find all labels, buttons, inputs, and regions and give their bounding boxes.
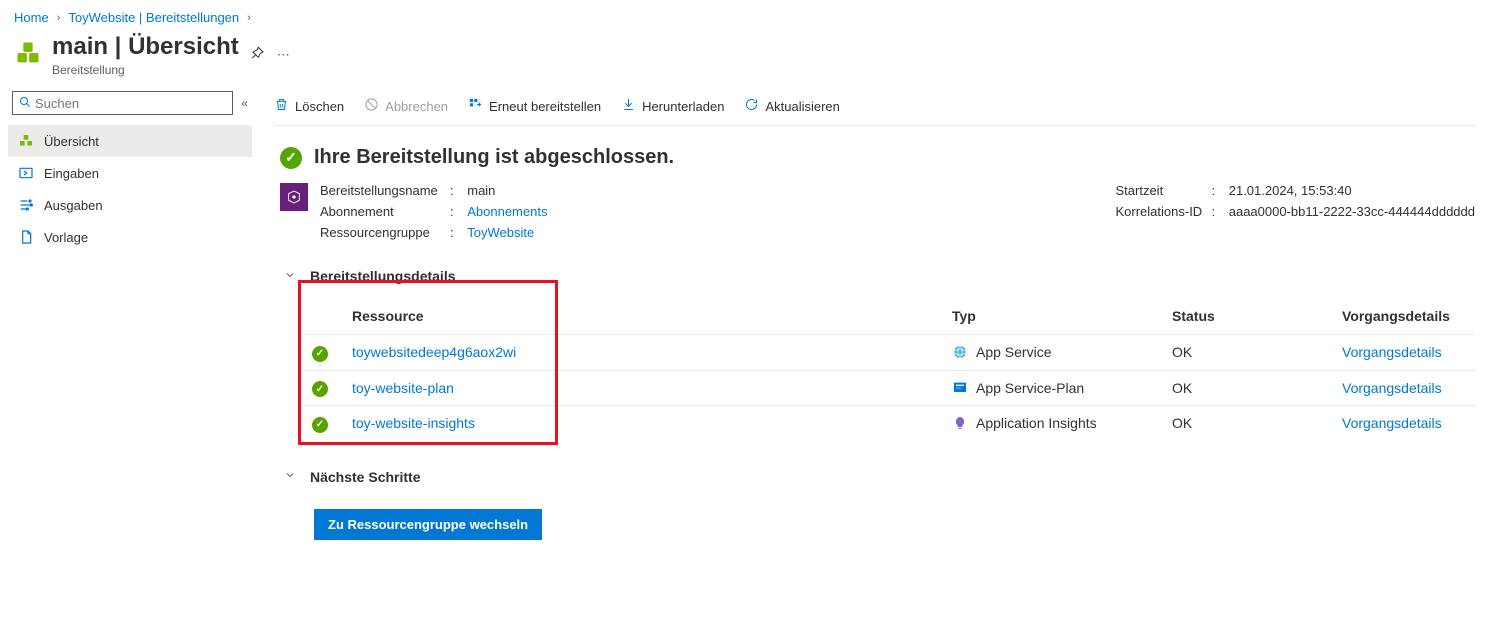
resource-type: Application Insights [976,415,1097,431]
resource-type-icon [952,344,968,360]
outputs-icon [18,197,34,213]
inputs-icon [18,165,34,181]
sidebar-item-label: Übersicht [44,134,99,149]
row-status: OK [1164,370,1334,406]
table-header-opdetails: Vorgangsdetails [1334,298,1475,335]
table-header-type: Typ [944,298,1164,335]
resource-link[interactable]: toywebsitedeep4g6aox2wi [352,344,516,360]
page-subtitle: Bereitstellung [52,63,239,77]
sidebar-item-overview[interactable]: Übersicht [8,125,252,157]
operation-details-link[interactable]: Vorgangsdetails [1342,344,1442,360]
sidebar-item-outputs[interactable]: Ausgaben [8,189,252,221]
table-row: ✓ toy-website-insights Application Insig… [304,406,1475,441]
tool-label: Erneut bereitstellen [489,99,601,114]
meta-label-starttime: Startzeit [1116,183,1212,198]
resource-type: App Service-Plan [976,380,1084,396]
sidebar-item-template[interactable]: Vorlage [8,221,252,253]
page-header: main | Übersicht Bereitstellung ⋯ [0,31,1489,87]
section-toggle-details[interactable]: Bereitstellungsdetails [284,268,1475,284]
breadcrumb-home[interactable]: Home [14,10,49,25]
sidebar-item-label: Eingaben [44,166,99,181]
success-icon: ✓ [280,147,302,169]
table-header-resource: Ressource [344,298,944,335]
chevron-down-icon [284,469,296,484]
resource-type-icon [952,380,968,396]
delete-button[interactable]: Löschen [274,97,344,115]
cancel-icon [364,97,379,115]
row-success-icon: ✓ [312,346,328,362]
sidebar-item-label: Vorlage [44,230,88,245]
tool-label: Aktualisieren [765,99,839,114]
main-content: Löschen Abbrechen Erneut bereitstellen H… [260,87,1489,560]
search-input[interactable] [35,96,226,111]
table-row: ✓ toy-website-plan App Service-Plan OK V… [304,370,1475,406]
section-toggle-next[interactable]: Nächste Schritte [284,469,1475,485]
row-status: OK [1164,335,1334,371]
meta-value-deployment-name: main [460,183,495,198]
refresh-icon [744,97,759,115]
page-title: main | Übersicht [52,33,239,61]
operation-details-link[interactable]: Vorgangsdetails [1342,380,1442,396]
sidebar: « Übersicht Eingaben Ausgaben Vorlage [0,87,260,560]
template-icon [18,229,34,245]
deployment-badge-icon [280,183,308,211]
breadcrumb-deployments[interactable]: ToyWebsite | Bereitstellungen [68,10,239,25]
meta-value-starttime: 21.01.2024, 15:53:40 [1222,183,1352,198]
rg-link[interactable]: ToyWebsite [467,225,534,240]
section-title-details: Bereitstellungsdetails [310,268,456,284]
resource-type-icon [952,415,968,431]
table-header-status: Status [1164,298,1334,335]
breadcrumb: Home › ToyWebsite | Bereitstellungen › [0,0,1489,31]
search-input-wrapper[interactable] [12,91,233,115]
toolbar: Löschen Abbrechen Erneut bereitstellen H… [274,87,1475,126]
refresh-button[interactable]: Aktualisieren [744,97,839,115]
tool-label: Löschen [295,99,344,114]
meta-label-rg: Ressourcengruppe [320,225,450,240]
subscription-link[interactable]: Abonnements [467,204,547,219]
chevron-right-icon: › [247,12,251,24]
pin-icon[interactable] [249,46,265,65]
meta-value-correlation: aaaa0000-bb11-2222-33cc-444444dddddd [1222,204,1476,219]
tool-label: Abbrechen [385,99,448,114]
redeploy-icon [468,97,483,115]
download-button[interactable]: Herunterladen [621,97,724,115]
meta-label-subscription: Abonnement [320,204,450,219]
resource-type: App Service [976,344,1051,360]
chevron-right-icon: › [57,12,61,24]
row-success-icon: ✓ [312,381,328,397]
redeploy-button[interactable]: Erneut bereitstellen [468,97,601,115]
sidebar-item-inputs[interactable]: Eingaben [8,157,252,189]
operation-details-link[interactable]: Vorgangsdetails [1342,415,1442,431]
sidebar-item-label: Ausgaben [44,198,103,213]
deployment-details-table: Ressource Typ Status Vorgangsdetails ✓ t… [304,298,1475,441]
section-title-next: Nächste Schritte [310,469,420,485]
resource-link[interactable]: toy-website-plan [352,380,454,396]
overview-icon [18,133,34,149]
status-headline: Ihre Bereitstellung ist abgeschlossen. [314,146,674,169]
meta-label-correlation: Korrelations-ID [1116,204,1212,219]
row-success-icon: ✓ [312,417,328,433]
table-header-blank [304,298,344,335]
deployment-icon [14,39,42,67]
chevron-down-icon [284,269,296,284]
more-icon[interactable]: ⋯ [277,47,290,63]
resource-link[interactable]: toy-website-insights [352,415,475,431]
meta-label-deployment-name: Bereitstellungsname [320,183,450,198]
status-banner: ✓ Ihre Bereitstellung ist abgeschlossen. [280,146,1475,169]
go-to-rg-button[interactable]: Zu Ressourcengruppe wechseln [314,509,542,540]
tool-label: Herunterladen [642,99,724,114]
search-icon [19,96,31,111]
table-row: ✓ toywebsitedeep4g6aox2wi App Service OK… [304,335,1475,371]
collapse-sidebar-icon[interactable]: « [241,96,248,110]
trash-icon [274,97,289,115]
row-status: OK [1164,406,1334,441]
download-icon [621,97,636,115]
cancel-button: Abbrechen [364,97,448,115]
